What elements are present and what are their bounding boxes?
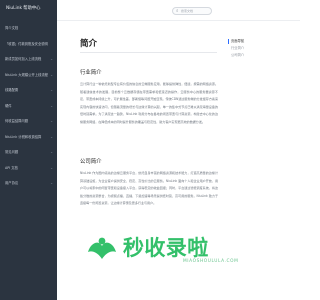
sidebar-item-label: 常见问题: [5, 150, 19, 154]
sidebar-item-label: API 文档: [5, 165, 18, 170]
chevron-down-icon: ⌄: [50, 165, 53, 170]
sidebar-item[interactable]: 简介文档: [0, 21, 57, 37]
sidebar-item[interactable]: API 文档 ⌄: [0, 161, 57, 177]
sidebar-item-label: 硬件: [5, 103, 12, 108]
sidebar-item-label: 线路配置: [5, 88, 19, 92]
sidebar-item[interactable]: 硬件 ⌄: [0, 99, 57, 115]
toc-item-label: 行业简介: [231, 45, 245, 50]
title-divider: [80, 52, 217, 53]
chevron-down-icon: ⌄: [50, 181, 53, 185]
sidebar-item[interactable]: 线路配置 ⌄: [0, 83, 57, 99]
sidebar-item[interactable]: 「收银」付款到账及安全说明: [0, 37, 57, 53]
watermark-logo: [88, 237, 116, 259]
toc-item[interactable]: 页面导航: [228, 38, 291, 45]
brand-title[interactable]: NiuLink 帮助中心: [6, 5, 40, 11]
sidebar-item[interactable]: 何收益结算问题 ⌄: [0, 114, 57, 130]
toc-item[interactable]: 公司简介: [231, 52, 291, 59]
sidebar-item-label: 何收益结算问题: [5, 119, 29, 123]
sidebar-item[interactable]: 用户协议 ⌄: [0, 176, 57, 192]
chevron-down-icon: ⌄: [50, 134, 53, 139]
sidebar-item[interactable]: 常见问题 ⌄: [0, 145, 57, 161]
toc-item-label: 公司简介: [231, 52, 245, 57]
sidebar-item-label: 简介文档: [5, 26, 19, 30]
section-text-company: NiuLink 作为国内领先的边缘云服务平台，依托自身丰富的网络资源和技术能力，…: [80, 171, 218, 206]
page-title: 简介: [80, 39, 98, 49]
watermark-subtext: MIAOSHOULULA.COM: [183, 259, 239, 264]
chevron-down-icon: ⌄: [50, 88, 53, 92]
section-text-industry: 云计算行业一种依托新型专业有价值的信息的云端服务应用，能够提供弹性，便捷，按需的…: [80, 82, 218, 124]
top-bar: ⌕ 搜索文档: [57, 0, 300, 21]
watermark-text: 秒收录啦: [123, 236, 209, 260]
sidebar-item[interactable]: NiuLink 大规模公开上线流程 ⌄: [0, 68, 57, 84]
search-box[interactable]: ⌕ 搜索文档: [172, 6, 212, 15]
search-input[interactable]: 搜索文档: [181, 9, 193, 13]
toc-item-label: 页面导航: [231, 39, 245, 43]
search-icon: ⌕: [176, 8, 179, 14]
page-toc: 页面导航行业简介公司简介: [228, 38, 291, 59]
toc-item[interactable]: 行业简介: [231, 45, 291, 52]
section-title-company: 公司简介: [80, 159, 102, 165]
chevron-down-icon: ⌄: [50, 150, 53, 154]
section-title-industry: 行业简介: [80, 70, 102, 76]
chevron-down-icon: ⌄: [50, 103, 53, 108]
sidebar-item-label: 用户协议: [5, 181, 19, 185]
chevron-down-icon: ⌄: [50, 119, 53, 123]
sidebar-item[interactable]: 新成员如何加入上线流程 ⌄: [0, 52, 57, 68]
sidebar-nav: 简介文档 「收银」付款到账及安全说明 新成员如何加入上线流程 ⌄ NiuLink 大规模…: [0, 21, 57, 192]
chevron-down-icon: ⌄: [50, 72, 53, 77]
sidebar-item-label: 新成员如何加入上线流程: [5, 57, 42, 61]
chevron-down-icon: ⌄: [50, 57, 53, 61]
sidebar: NiuLink 帮助中心 简介文档 「收银」付款到账及安全说明 新成员如何加入上线流…: [0, 0, 57, 300]
sidebar-item-label: NiuLink 大规模公开上线流程: [5, 72, 48, 77]
sidebar-item-label: 「收银」付款到账及安全说明: [5, 41, 48, 46]
sidebar-item-label: NiuLink 计税和收费结算: [5, 134, 42, 139]
toc-active-indicator: [228, 39, 229, 44]
sidebar-item[interactable]: NiuLink 计税和收费结算 ⌄: [0, 130, 57, 146]
